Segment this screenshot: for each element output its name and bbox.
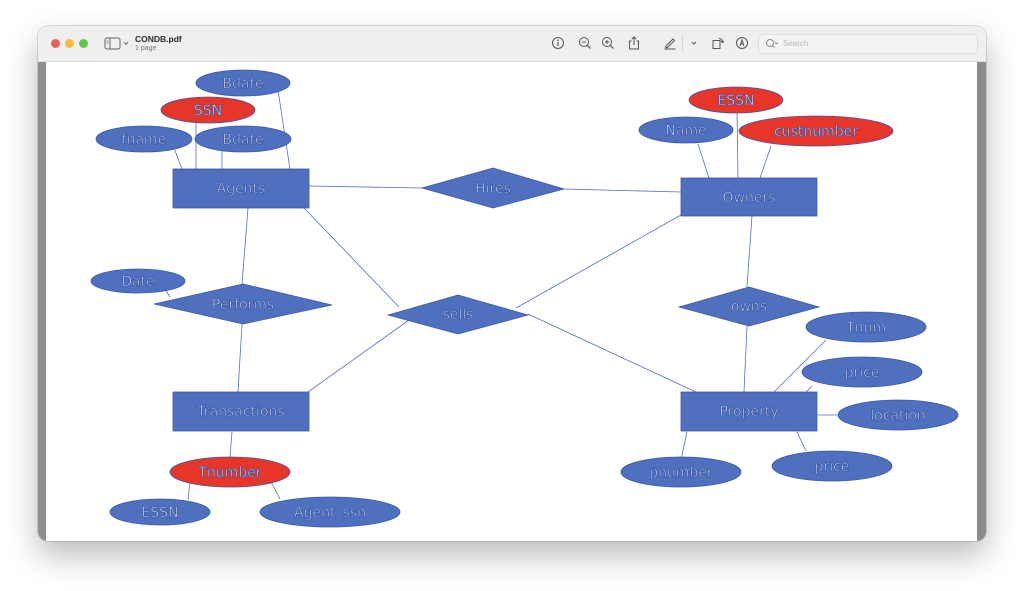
zoom-out-icon[interactable] [578, 36, 592, 50]
line-agents-hires [308, 185, 423, 189]
relationship-label: owns [731, 299, 767, 315]
line-agents-fname [173, 147, 183, 170]
title-bar: CONDB.pdf 1 page Search [38, 26, 986, 62]
relationship-label: sells [443, 307, 474, 323]
line-owns-property [743, 325, 748, 393]
attribute-label: Tnum [845, 320, 886, 336]
maximize-window-button[interactable] [79, 39, 88, 48]
attribute-label: price [815, 459, 850, 475]
relationship-label: Hires [475, 181, 511, 197]
rotate-icon[interactable] [711, 36, 725, 50]
entity-label: Agents [217, 181, 266, 197]
attribute-label: pnumber [649, 465, 713, 481]
markup-pen-icon[interactable] [663, 36, 677, 50]
attribute-label: price [845, 365, 880, 381]
line-hires-owners [563, 188, 682, 193]
relationship-label: Performs [212, 297, 274, 313]
line-owners-name [697, 143, 710, 179]
entity-label: Owners [722, 190, 775, 206]
attribute-label: ESSN [141, 505, 178, 521]
line-tnumber-agent-ssn [270, 481, 281, 500]
pdf-page: Bdate SSN fname Bdate ESSN Name custnumb… [46, 62, 977, 541]
share-icon[interactable] [627, 36, 641, 50]
line-tnumber-essn [187, 481, 191, 501]
line-property-price-top [805, 385, 813, 393]
minimize-window-button[interactable] [65, 39, 74, 48]
annotate-icon[interactable] [735, 36, 749, 50]
line-owners-custnumber [759, 145, 772, 179]
line-agents-bdate-top [277, 89, 291, 170]
er-diagram: Bdate SSN fname Bdate ESSN Name custnumb… [90, 69, 959, 528]
zoom-in-icon[interactable] [601, 36, 615, 50]
attribute-label: custnumber [774, 124, 858, 140]
document-title: CONDB.pdf [135, 34, 182, 44]
attribute-label: Bdate [222, 132, 263, 148]
attribute-label: Date [121, 274, 154, 290]
preview-window: CONDB.pdf 1 page Search Bdate SSN fname … [38, 26, 986, 541]
close-window-button[interactable] [51, 39, 60, 48]
line-owners-owns [746, 215, 753, 288]
attribute-label: ESSN [717, 93, 754, 109]
line-agents-sells [303, 207, 400, 308]
line-agents-performs [241, 207, 249, 285]
line-property-pnumber [680, 431, 688, 461]
entity-label: Transactions [196, 404, 284, 420]
attribute-label: Bdate [222, 76, 263, 92]
line-performs-transactions [237, 323, 243, 393]
attribute-label: location [870, 408, 926, 424]
page-edge-shadow [977, 62, 986, 541]
line-property-price-bottom [796, 431, 807, 452]
search-placeholder: Search [783, 39, 809, 48]
search-input[interactable]: Search [758, 34, 978, 54]
document-viewport: Bdate SSN fname Bdate ESSN Name custnumb… [38, 62, 986, 541]
line-sells-property [527, 313, 697, 393]
search-icon [766, 39, 779, 48]
chevron-down-icon[interactable] [687, 36, 701, 50]
attribute-label: Agent_ssn [294, 505, 366, 521]
attribute-label: Name [665, 123, 706, 139]
line-owners-essn [736, 109, 739, 179]
attribute-label: SSN [194, 103, 222, 119]
attribute-label: Tnumber [197, 465, 261, 481]
entity-label: Property [719, 404, 778, 420]
document-page-count: 1 page [135, 45, 157, 52]
toolbar-divider [682, 36, 683, 51]
line-transactions-tnumber [229, 431, 233, 458]
attribute-label: fname [122, 132, 167, 148]
info-icon[interactable] [551, 36, 565, 50]
line-transactions-sells [307, 319, 410, 393]
sidebar-toggle-icon[interactable] [104, 37, 132, 50]
line-sells-owners [515, 214, 682, 309]
